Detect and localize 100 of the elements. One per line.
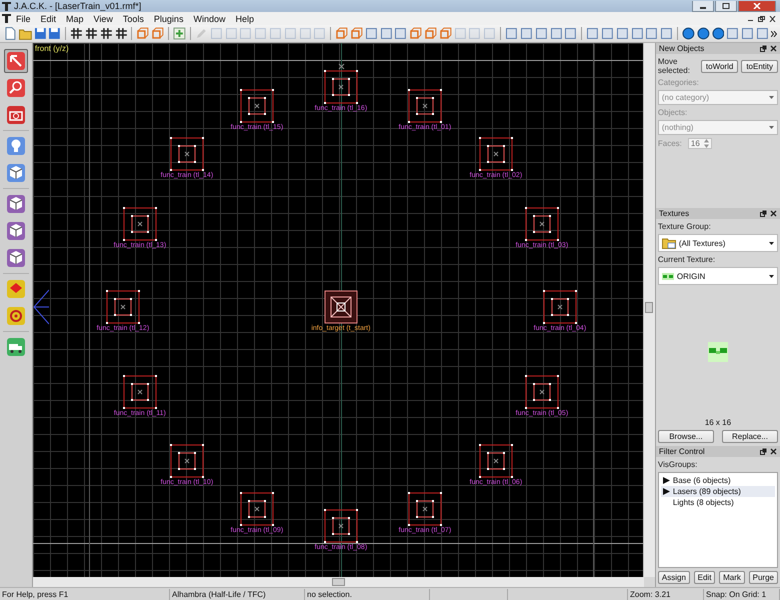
minimize-button[interactable] — [692, 0, 714, 12]
cube-icon[interactable] — [438, 27, 452, 40]
field-label: VisGroups: — [658, 460, 698, 469]
brush-box[interactable] — [524, 375, 559, 409]
menu-item[interactable]: View — [88, 14, 118, 24]
cross-marker-icon — [338, 63, 345, 70]
square-icon[interactable] — [564, 27, 578, 40]
brush-box[interactable] — [478, 444, 513, 478]
square-icon[interactable] — [660, 27, 674, 40]
texture-group-dropdown[interactable]: (All Textures) — [658, 234, 778, 252]
grid-icon[interactable] — [70, 27, 84, 40]
square-icon[interactable] — [645, 27, 658, 40]
menu-item[interactable]: File — [11, 14, 36, 24]
menu-item[interactable]: Edit — [36, 14, 62, 24]
square-icon[interactable] — [505, 27, 518, 40]
square-icon[interactable] — [586, 27, 599, 40]
panel-button[interactable]: Browse... — [658, 430, 714, 443]
status-text: Zoom: 3.21 — [628, 588, 704, 600]
caret-icon — [769, 274, 774, 278]
panel-button[interactable]: toEntity — [741, 60, 778, 72]
cube-icon[interactable] — [350, 27, 363, 40]
menu-item[interactable]: Plugins — [148, 14, 188, 24]
brush-box[interactable] — [170, 444, 204, 478]
brush-box[interactable] — [122, 207, 157, 241]
page-icon[interactable] — [4, 27, 17, 40]
square-icon[interactable] — [550, 27, 562, 40]
circle-icon[interactable] — [682, 27, 695, 40]
square-icon[interactable] — [394, 27, 408, 40]
panel-button[interactable]: Replace... — [722, 430, 778, 443]
visgroup-item[interactable]: Lights (8 objects) — [660, 497, 775, 508]
current-texture-dropdown[interactable]: ORIGIN — [658, 267, 778, 285]
app-icon — [2, 2, 11, 10]
folder-icon — [662, 237, 676, 249]
cube-icon[interactable] — [424, 27, 437, 40]
cube-icon[interactable] — [136, 27, 150, 40]
brush-box[interactable] — [324, 509, 358, 543]
menu-item[interactable]: Map — [61, 14, 89, 24]
float-icon[interactable] — [760, 45, 767, 52]
menu-item[interactable]: Help — [230, 14, 259, 24]
panel-header: New Objects — [656, 43, 780, 54]
menu-item[interactable]: Tools — [118, 14, 149, 24]
brush-box[interactable] — [106, 290, 140, 324]
panel-button[interactable]: toWorld — [700, 60, 738, 72]
panel-button[interactable]: Assign — [658, 571, 690, 584]
status-text: Alhambra (Half-Life / TFC) — [170, 588, 305, 600]
brush-box[interactable] — [478, 137, 513, 171]
visgroup-item[interactable]: Lasers (89 objects) — [660, 486, 775, 497]
brush-box[interactable] — [324, 70, 358, 104]
square-icon[interactable] — [741, 27, 754, 40]
panel-header: Filter Control — [656, 446, 780, 457]
square-icon[interactable] — [534, 27, 548, 40]
close-icon[interactable] — [770, 448, 777, 455]
maximize-button[interactable] — [715, 0, 737, 12]
grid-icon[interactable] — [100, 27, 113, 40]
square-icon[interactable] — [600, 27, 614, 40]
restore-button[interactable] — [757, 14, 766, 23]
restore-icon — [758, 16, 765, 22]
target-box[interactable] — [324, 290, 358, 324]
brush-box[interactable] — [524, 207, 559, 241]
texture-preview — [708, 342, 728, 362]
square-icon[interactable] — [726, 27, 740, 40]
brush-box[interactable] — [542, 290, 577, 324]
square-icon[interactable] — [364, 27, 378, 40]
brush-box[interactable] — [240, 492, 274, 526]
status-text: Snap: On Grid: 1 — [704, 588, 780, 600]
cube-icon[interactable] — [151, 27, 164, 40]
circle-icon[interactable] — [712, 27, 724, 40]
brush-box[interactable] — [240, 89, 274, 123]
cube-icon[interactable] — [335, 27, 348, 40]
menu-item[interactable]: Window — [188, 14, 230, 24]
brush-box[interactable] — [408, 492, 442, 526]
visgroup-item[interactable]: Base (6 objects) — [660, 475, 775, 486]
brush-box[interactable] — [408, 89, 442, 123]
folder-icon[interactable] — [18, 27, 32, 40]
close-button[interactable] — [738, 0, 776, 12]
square-icon[interactable] — [616, 27, 629, 40]
brush-box[interactable] — [170, 137, 204, 171]
status-text: For Help, press F1 — [0, 588, 170, 600]
vertical-scrollbar[interactable] — [642, 43, 655, 577]
circle-icon[interactable] — [696, 27, 710, 40]
brush-box[interactable] — [122, 375, 157, 409]
close-button[interactable] — [768, 14, 777, 23]
plus-icon[interactable] — [173, 27, 186, 40]
cube-icon[interactable] — [409, 27, 422, 40]
square-icon[interactable] — [520, 27, 533, 40]
close-icon[interactable] — [770, 45, 777, 52]
double-chevron-icon[interactable] — [771, 30, 777, 36]
close-icon[interactable] — [770, 210, 777, 217]
panel-button[interactable]: Purge — [748, 571, 778, 584]
square-icon[interactable] — [630, 27, 644, 40]
square-icon[interactable] — [380, 27, 392, 40]
horizontal-scrollbar[interactable] — [32, 577, 644, 587]
arrow-tool-button[interactable] — [4, 49, 28, 73]
panel-button[interactable]: Mark — [719, 571, 745, 584]
square-icon[interactable] — [756, 27, 769, 40]
status-text: no selection. — [305, 588, 430, 600]
panel-button[interactable]: Edit — [694, 571, 716, 584]
grid-icon[interactable] — [114, 27, 128, 40]
float-icon[interactable] — [760, 210, 767, 217]
float-icon[interactable] — [760, 448, 767, 455]
